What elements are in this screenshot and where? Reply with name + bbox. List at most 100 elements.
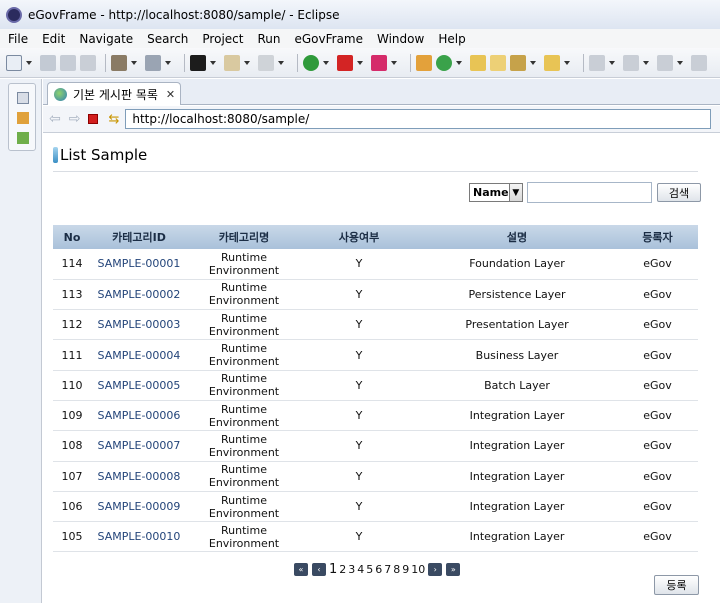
forward-icon[interactable] <box>691 54 707 71</box>
new-class-icon[interactable] <box>436 54 452 71</box>
edit-icon[interactable] <box>224 54 240 71</box>
table-row: 110 SAMPLE-00005 Runtime Environment Y B… <box>53 370 698 401</box>
run-icon[interactable] <box>371 54 387 71</box>
search-input[interactable] <box>527 182 652 203</box>
forward-arrow-icon[interactable]: ⇨ <box>69 111 81 127</box>
cell-use-yn: Y <box>355 318 363 332</box>
open-project-icon[interactable] <box>490 54 506 71</box>
command-icon[interactable] <box>258 54 274 71</box>
edit-dropdown-icon[interactable] <box>244 60 250 65</box>
page-number-link[interactable]: 9 <box>402 563 409 576</box>
editor-tab-browser[interactable]: 기본 게시판 목록 ✕ <box>47 82 181 105</box>
back-icon[interactable] <box>657 54 673 71</box>
header-no: No <box>63 230 81 244</box>
restore-icon[interactable] <box>17 92 29 104</box>
cell-no: 107 <box>61 469 83 483</box>
cell-category-id-link[interactable]: SAMPLE-00005 <box>91 370 187 400</box>
browser-nav-bar: ⇦ ⇨ ⇆ <box>43 106 720 133</box>
prev-annotation-dropdown-icon[interactable] <box>643 60 649 65</box>
page-number-link[interactable]: 3 <box>348 563 355 576</box>
prev-page-icon[interactable]: ‹ <box>312 563 326 576</box>
cell-category-id-link[interactable]: SAMPLE-00007 <box>91 431 187 461</box>
refresh-icon[interactable]: ⇆ <box>108 112 119 127</box>
cell-category-id-link[interactable]: SAMPLE-00002 <box>91 279 187 309</box>
page-number-link[interactable]: 7 <box>384 563 391 576</box>
menu-navigate[interactable]: Navigate <box>79 32 133 46</box>
prev-annotation-icon[interactable] <box>623 54 639 71</box>
toolbar-separator <box>410 53 411 72</box>
page-number-link[interactable]: 6 <box>375 563 382 576</box>
terminal-dropdown-icon[interactable] <box>210 60 216 65</box>
command-dropdown-icon[interactable] <box>278 60 284 65</box>
back-arrow-icon[interactable]: ⇦ <box>49 111 61 127</box>
menu-search[interactable]: Search <box>147 32 188 46</box>
print-icon[interactable] <box>80 54 96 71</box>
pen-icon[interactable] <box>510 54 526 71</box>
menu-help[interactable]: Help <box>438 32 465 46</box>
run-dropdown-icon[interactable] <box>391 60 397 65</box>
cell-category-id-link[interactable]: SAMPLE-00004 <box>91 340 187 370</box>
cell-use-yn: Y <box>355 530 363 544</box>
url-input[interactable] <box>125 109 712 129</box>
folder-icon[interactable] <box>544 54 560 71</box>
window-title: eGovFrame - http://localhost:8080/sample… <box>28 7 340 22</box>
page-number-link[interactable]: 10 <box>411 563 425 576</box>
cell-category-id-link[interactable]: SAMPLE-00003 <box>91 310 187 340</box>
new-class-dropdown-icon[interactable] <box>456 60 462 65</box>
cell-category-id-link[interactable]: SAMPLE-00006 <box>91 400 187 430</box>
new-icon[interactable] <box>6 54 22 71</box>
debug-icon[interactable] <box>303 54 319 71</box>
cell-registrant: eGov <box>643 378 672 392</box>
cell-category-id-link[interactable]: SAMPLE-00010 <box>91 522 187 552</box>
map-icon[interactable] <box>17 132 29 144</box>
cell-category-id-link[interactable]: SAMPLE-00001 <box>91 249 187 279</box>
editor-tab-bar: 기본 게시판 목록 ✕ <box>43 79 720 105</box>
page-number-link[interactable]: 2 <box>339 563 346 576</box>
last-page-icon[interactable]: » <box>446 563 461 576</box>
search-icon[interactable] <box>145 54 161 71</box>
cell-category-id-link[interactable]: SAMPLE-00009 <box>91 491 187 521</box>
save-icon[interactable] <box>40 54 56 71</box>
table-row: 111 SAMPLE-00004 Runtime Environment Y B… <box>53 340 698 371</box>
close-icon[interactable]: ✕ <box>166 88 175 101</box>
page-number-link[interactable]: 8 <box>393 563 400 576</box>
menu-egovframe[interactable]: eGovFrame <box>294 32 363 46</box>
open-type-icon[interactable] <box>111 54 127 71</box>
next-page-icon[interactable]: › <box>428 563 443 576</box>
minimized-view-stack[interactable] <box>8 83 36 151</box>
open-folder-icon[interactable] <box>470 54 486 71</box>
package-icon[interactable] <box>416 54 432 71</box>
stop-icon[interactable] <box>88 114 99 124</box>
search-dropdown-icon[interactable] <box>165 60 171 65</box>
pen-dropdown-icon[interactable] <box>530 60 536 65</box>
search-button[interactable]: 검색 <box>657 183 701 202</box>
table-row: 107 SAMPLE-00008 Runtime Environment Y I… <box>53 461 698 492</box>
table-row: 108 SAMPLE-00007 Runtime Environment Y I… <box>53 431 698 462</box>
folder-dropdown-icon[interactable] <box>564 60 570 65</box>
page-number-link[interactable]: 5 <box>366 563 373 576</box>
cell-category-id-link[interactable]: SAMPLE-00008 <box>91 461 187 491</box>
menu-file[interactable]: File <box>8 32 28 46</box>
menu-window[interactable]: Window <box>377 32 424 46</box>
search-condition-select[interactable]: Name ▼ <box>469 183 523 202</box>
page-number-link[interactable]: 4 <box>357 563 364 576</box>
back-dropdown-icon[interactable] <box>677 60 683 65</box>
stop-dropdown-icon[interactable] <box>357 60 363 65</box>
menu-edit[interactable]: Edit <box>42 32 65 46</box>
register-button[interactable]: 등록 <box>654 575 699 595</box>
menu-run[interactable]: Run <box>257 32 280 46</box>
menu-project[interactable]: Project <box>202 32 243 46</box>
chevron-down-icon[interactable]: ▼ <box>508 184 522 201</box>
cell-description: Integration Layer <box>469 409 565 423</box>
hierarchy-icon[interactable] <box>17 112 29 124</box>
first-page-icon[interactable]: « <box>294 563 308 576</box>
next-annotation-icon[interactable] <box>589 54 605 71</box>
save-all-icon[interactable] <box>60 54 76 71</box>
new-dropdown-icon[interactable] <box>26 60 32 65</box>
open-type-dropdown-icon[interactable] <box>131 60 137 65</box>
terminal-icon[interactable] <box>190 54 206 71</box>
stop-server-icon[interactable] <box>337 54 353 71</box>
cell-category-name: Runtime Environment <box>208 463 280 490</box>
debug-dropdown-icon[interactable] <box>323 60 329 65</box>
next-annotation-dropdown-icon[interactable] <box>609 60 615 65</box>
